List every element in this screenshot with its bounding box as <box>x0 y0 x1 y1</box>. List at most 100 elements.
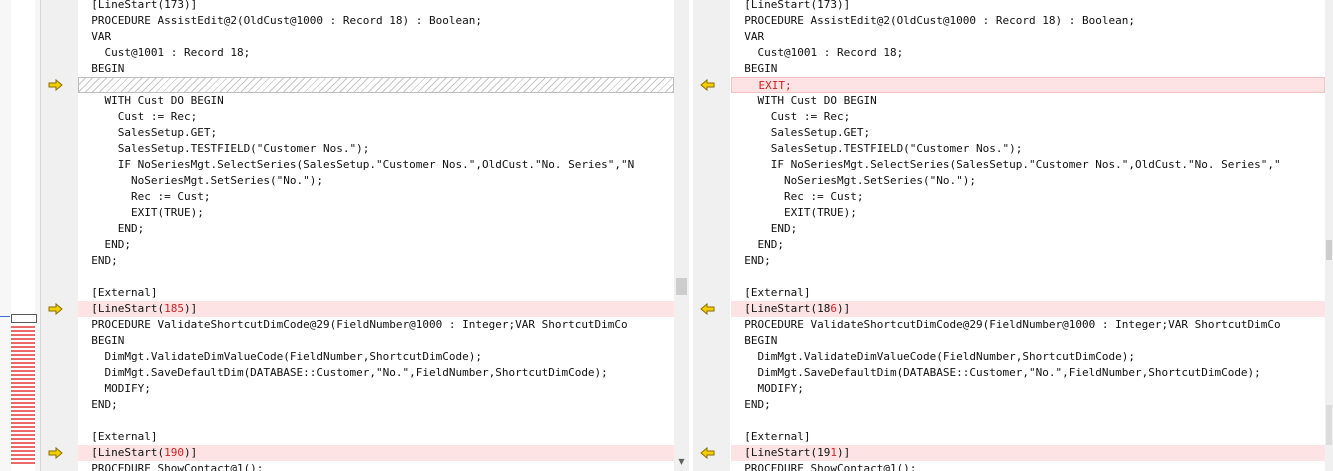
left-scroll-thumb[interactable] <box>676 278 687 295</box>
code-text: [LineStart(19 <box>731 446 831 459</box>
overview-diff-marker <box>11 326 35 328</box>
overview-diff-marker <box>11 382 35 384</box>
code-line: DimMgt.ValidateDimValueCode(FieldNumber,… <box>731 350 1135 363</box>
code-line: MODIFY; <box>731 382 804 395</box>
right-code-lines: [LineStart(173)] PROCEDURE AssistEdit@2(… <box>731 0 1325 471</box>
scroll-down-button[interactable]: ▼ <box>674 455 689 469</box>
overview-current-line <box>0 316 10 317</box>
code-line: BEGIN <box>78 62 125 75</box>
overview-diff-marker <box>11 462 35 464</box>
overview-diff-marker <box>11 418 35 420</box>
code-line: Cust@1001 : Record 18; <box>78 46 251 59</box>
code-line: BEGIN <box>731 334 778 347</box>
overview-diff-marker <box>11 422 35 424</box>
overview-diff-marker <box>11 358 35 360</box>
code-line: DimMgt.ValidateDimValueCode(FieldNumber,… <box>78 350 482 363</box>
overview-diff-marker <box>11 414 35 416</box>
overview-diff-marker <box>11 386 35 388</box>
diff-overview-map[interactable] <box>0 0 41 471</box>
overview-diff-marker <box>11 426 35 428</box>
code-line: [External] <box>78 430 158 443</box>
code-line: END; <box>78 398 118 411</box>
overview-diff-marker <box>11 378 35 380</box>
overview-diff-marker <box>11 334 35 336</box>
right-scroll-thumb[interactable] <box>1326 240 1332 260</box>
arrow-right-icon[interactable] <box>48 303 64 315</box>
overview-diff-marker <box>11 350 35 352</box>
overview-diff-marker <box>11 430 35 432</box>
code-line: VAR <box>731 30 765 43</box>
code-line: PROCEDURE AssistEdit@2(OldCust@1000 : Re… <box>731 14 1135 27</box>
overview-diff-marker <box>11 342 35 344</box>
left-code-lines: [LineStart(173)] PROCEDURE AssistEdit@2(… <box>78 0 674 471</box>
right-vertical-scrollbar[interactable] <box>1325 0 1333 471</box>
code-line: Rec := Cust; <box>78 190 211 203</box>
code-line: NoSeriesMgt.SetSeries("No."); <box>731 174 977 187</box>
code-line: SalesSetup.GET; <box>78 126 218 139</box>
code-line: IF NoSeriesMgt.SelectSeries(SalesSetup."… <box>78 158 635 171</box>
changed-number: 6 <box>830 302 837 315</box>
arrow-left-icon[interactable] <box>699 303 715 315</box>
right-code-pane[interactable]: [LineStart(173)] PROCEDURE AssistEdit@2(… <box>693 0 1325 471</box>
overview-diff-marker <box>11 402 35 404</box>
changed-line: [LineStart(186)] <box>731 301 1325 317</box>
overview-diff-marker <box>11 390 35 392</box>
overview-diff-marker <box>11 366 35 368</box>
right-gutter <box>693 0 730 471</box>
overview-diff-marker <box>11 406 35 408</box>
overview-diff-marker <box>11 454 35 456</box>
changed-line: [LineStart(191)] <box>731 445 1325 461</box>
added-line: EXIT; <box>731 77 1325 93</box>
overview-diff-marker <box>11 354 35 356</box>
code-line: WITH Cust DO BEGIN <box>731 94 877 107</box>
code-line: NoSeriesMgt.SetSeries("No."); <box>78 174 324 187</box>
code-text: )] <box>183 446 198 459</box>
arrow-left-icon[interactable] <box>699 447 715 459</box>
code-line: END; <box>731 222 798 235</box>
left-gutter <box>41 0 78 471</box>
arrow-right-icon[interactable] <box>48 79 64 91</box>
code-line: [External] <box>731 286 811 299</box>
left-code-pane[interactable]: [LineStart(173)] PROCEDURE AssistEdit@2(… <box>41 0 674 471</box>
code-line: END; <box>78 254 118 267</box>
code-line: MODIFY; <box>78 382 151 395</box>
overview-diff-marker <box>11 442 35 444</box>
code-line: PROCEDURE AssistEdit@2(OldCust@1000 : Re… <box>78 14 482 27</box>
overview-diff-marker <box>11 398 35 400</box>
code-line: SalesSetup.GET; <box>731 126 871 139</box>
overview-viewport[interactable] <box>11 314 37 323</box>
code-text: )] <box>183 302 198 315</box>
arrow-right-icon[interactable] <box>48 447 64 459</box>
code-line: Rec := Cust; <box>731 190 864 203</box>
code-line: PROCEDURE ValidateShortcutDimCode@29(Fie… <box>78 318 628 331</box>
code-line: EXIT(TRUE); <box>78 206 204 219</box>
code-line: PROCEDURE ShowContact@1(); <box>731 462 917 471</box>
code-line: SalesSetup.TESTFIELD("Customer Nos."); <box>78 142 370 155</box>
code-line: [LineStart(173)] <box>731 0 851 11</box>
changed-number: 190 <box>164 446 184 459</box>
code-line: PROCEDURE ShowContact@1(); <box>78 462 264 471</box>
overview-diff-marker <box>11 446 35 448</box>
code-line: END; <box>731 254 771 267</box>
overview-diff-marker <box>11 438 35 440</box>
code-line: VAR <box>78 30 112 43</box>
overview-diff-marker <box>11 346 35 348</box>
changed-number: 185 <box>164 302 184 315</box>
code-text: )] <box>836 446 851 459</box>
overview-diff-marker <box>11 374 35 376</box>
code-line: IF NoSeriesMgt.SelectSeries(SalesSetup."… <box>731 158 1281 171</box>
right-scroll-track-lower <box>1326 405 1332 445</box>
arrow-left-icon[interactable] <box>699 79 715 91</box>
code-line: BEGIN <box>731 62 778 75</box>
code-line: END; <box>731 238 784 251</box>
changed-number: 1 <box>830 446 837 459</box>
code-line: BEGIN <box>78 334 125 347</box>
left-vertical-scrollbar[interactable]: ▼ <box>674 0 689 471</box>
overview-diff-marker <box>11 370 35 372</box>
code-line: Cust@1001 : Record 18; <box>731 46 904 59</box>
overview-strip <box>11 0 35 471</box>
code-text: )] <box>836 302 851 315</box>
